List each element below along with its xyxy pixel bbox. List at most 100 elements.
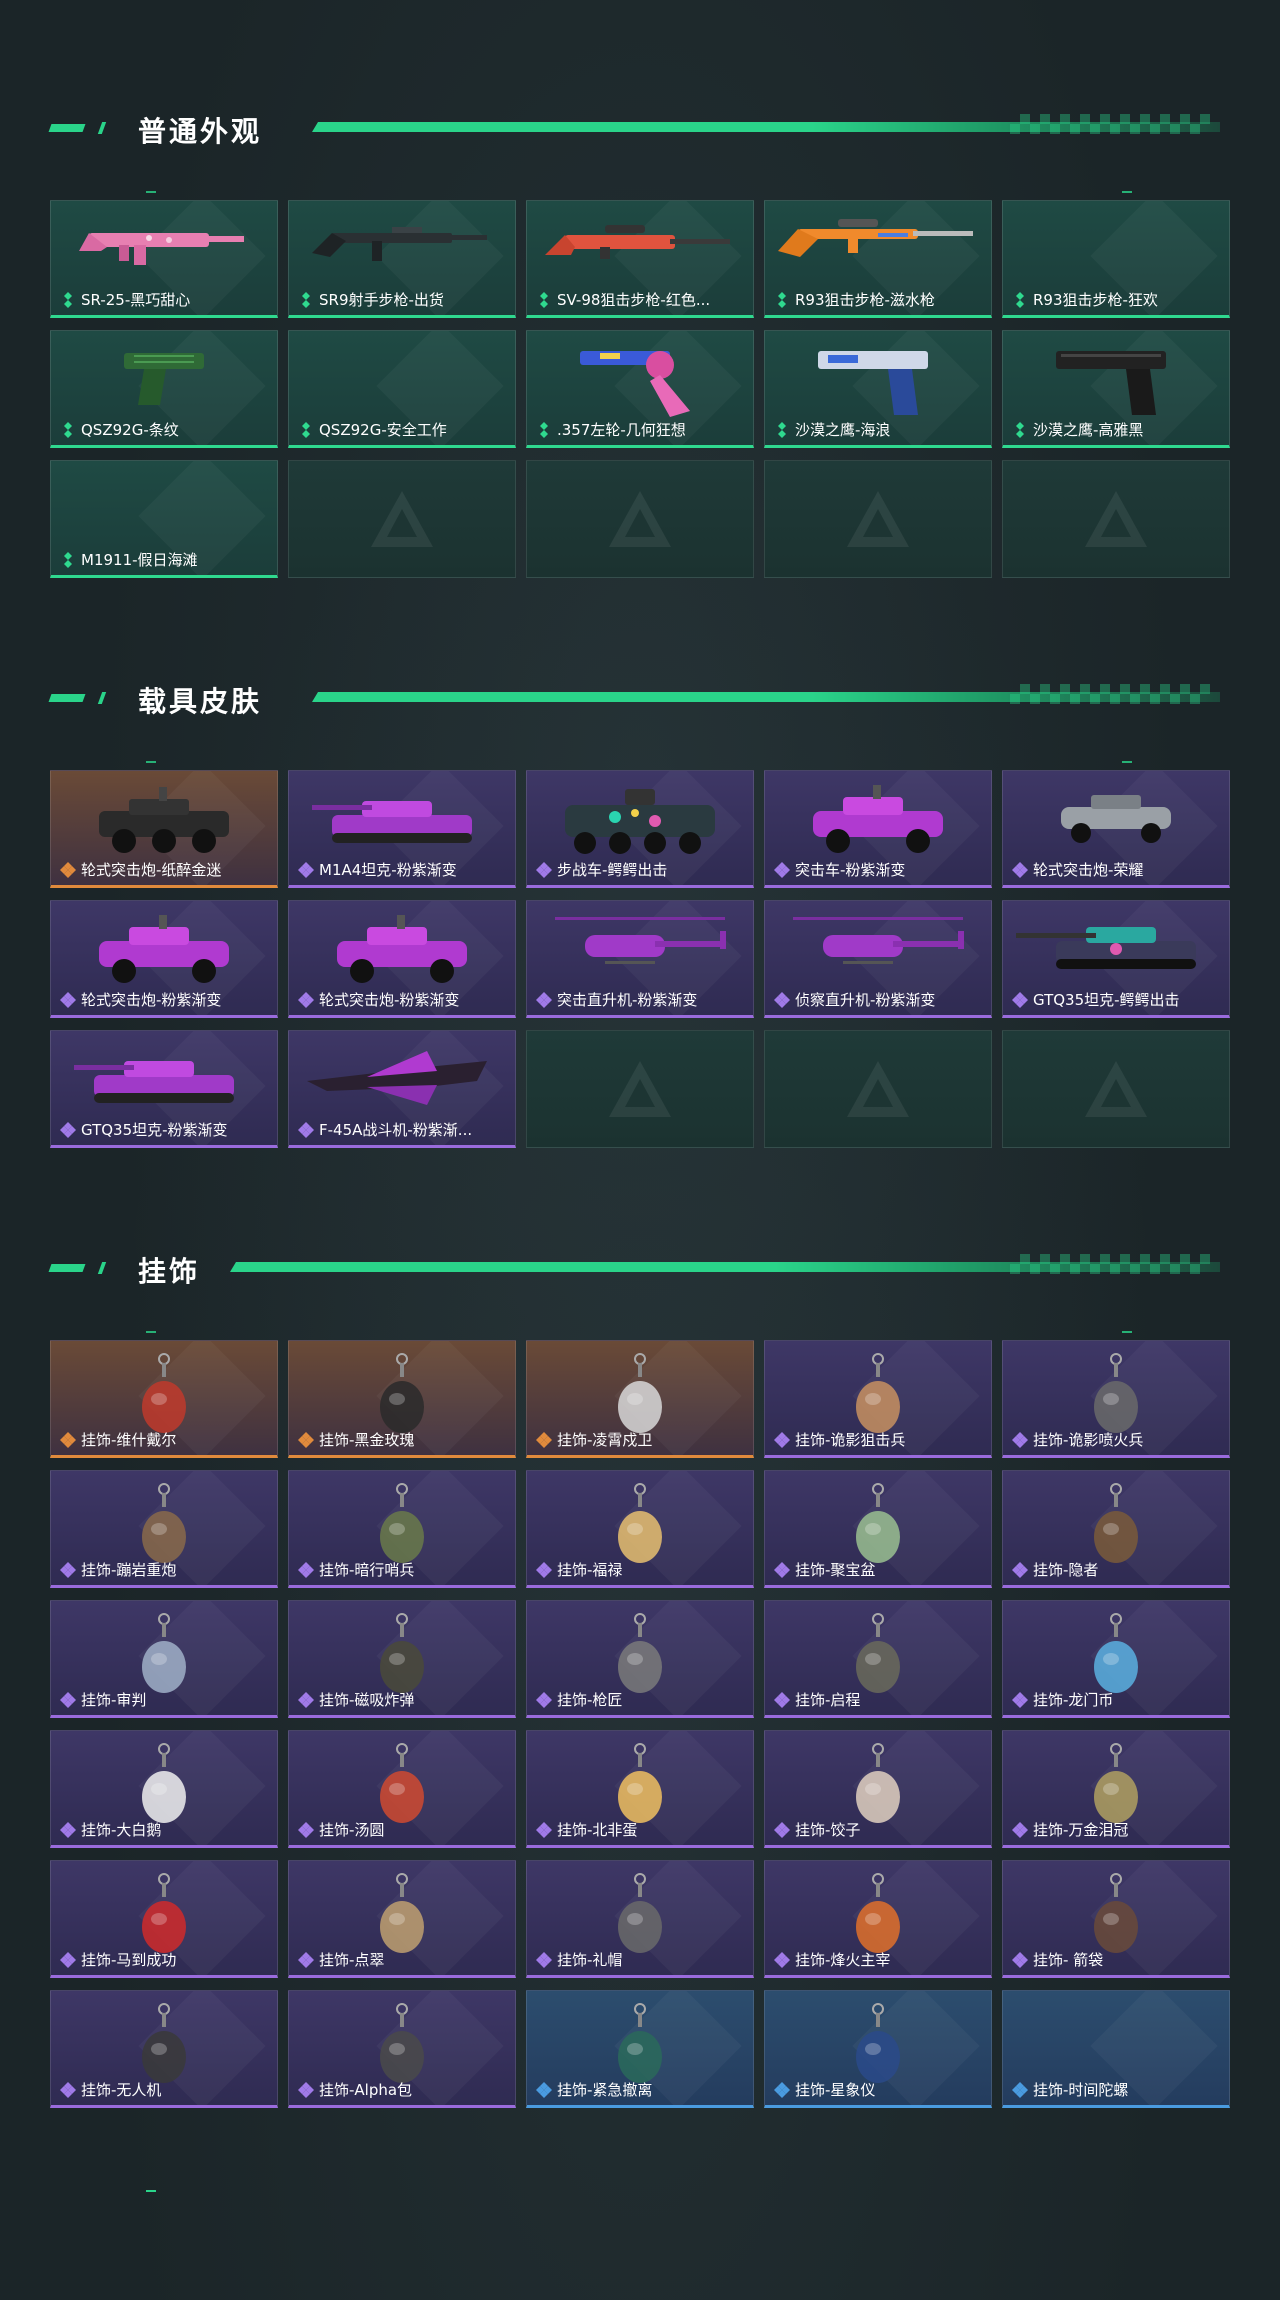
item-card[interactable]: 挂饰-无人机 — [50, 1990, 278, 2108]
item-label: 挂饰-枪匠 — [557, 1691, 623, 1709]
item-card[interactable]: 挂饰-凌霄戍卫 — [526, 1340, 754, 1458]
item-card[interactable]: 挂饰-紧急撤离 — [526, 1990, 754, 2108]
item-card[interactable]: 挂饰-审判 — [50, 1600, 278, 1718]
header-tick — [48, 694, 86, 702]
item-card[interactable]: 挂饰-磁吸炸弹 — [288, 1600, 516, 1718]
item-label: 挂饰-星象仪 — [795, 2081, 876, 2099]
item-card[interactable]: M1A4坦克-粉紫渐变 — [288, 770, 516, 888]
item-card[interactable]: 沙漠之鹰-高雅黑 — [1002, 330, 1230, 448]
rarity-purple-icon — [298, 2082, 314, 2098]
item-card[interactable]: GTQ35坦克-鳄鳄出击 — [1002, 900, 1230, 1018]
rarity-purple-icon — [60, 1692, 76, 1708]
item-card[interactable]: 挂饰-黑金玫瑰 — [288, 1340, 516, 1458]
item-card[interactable]: 挂饰-启程 — [764, 1600, 992, 1718]
section-title: 载具皮肤 — [138, 685, 263, 718]
item-label: 挂饰-点翠 — [319, 1951, 385, 1969]
item-card[interactable]: .357左轮-几何狂想 — [526, 330, 754, 448]
rarity-purple-icon — [298, 992, 314, 1008]
empty-slot — [1002, 1030, 1230, 1148]
item-card[interactable]: 挂饰-诡影狙击兵 — [764, 1340, 992, 1458]
item-card[interactable]: 挂饰-维什戴尔 — [50, 1340, 278, 1458]
item-card[interactable]: 挂饰-北非蛋 — [526, 1730, 754, 1848]
item-card[interactable]: R93狙击步枪-滋水枪 — [764, 200, 992, 318]
item-card[interactable]: 挂饰-枪匠 — [526, 1600, 754, 1718]
item-card[interactable]: 突击车-粉紫渐变 — [764, 770, 992, 888]
item-label: QSZ92G-安全工作 — [319, 421, 447, 439]
item-card[interactable]: 挂饰-Alpha包 — [288, 1990, 516, 2108]
item-card[interactable]: 挂饰-大白鹅 — [50, 1730, 278, 1848]
item-card[interactable]: 轮式突击炮-粉紫渐变 — [288, 900, 516, 1018]
rarity-orange-icon — [60, 862, 76, 878]
item-card[interactable]: 沙漠之鹰-海浪 — [764, 330, 992, 448]
item-card[interactable]: 挂饰-福禄 — [526, 1470, 754, 1588]
rarity-purple-icon — [536, 1562, 552, 1578]
item-card[interactable]: 挂饰-马到成功 — [50, 1860, 278, 1978]
item-card[interactable]: R93狙击步枪-狂欢 — [1002, 200, 1230, 318]
item-card[interactable]: GTQ35坦克-粉紫渐变 — [50, 1030, 278, 1148]
item-label: 沙漠之鹰-高雅黑 — [1033, 421, 1144, 439]
item-card[interactable]: 轮式突击炮-粉紫渐变 — [50, 900, 278, 1018]
item-card[interactable]: 挂饰-汤圆 — [288, 1730, 516, 1848]
item-card[interactable]: 挂饰-点翠 — [288, 1860, 516, 1978]
item-label: 挂饰-马到成功 — [81, 1951, 177, 1969]
sniper-red-icon — [545, 211, 735, 276]
rarity-purple-icon — [60, 1952, 76, 1968]
item-grid: 轮式突击炮-纸醉金迷 M1A4坦克-粉紫渐变 步战车-鳄鳄出击 突击车-粉紫渐变 轮式突… — [50, 770, 1230, 1148]
item-card[interactable]: 挂饰-饺子 — [764, 1730, 992, 1848]
item-card[interactable]: 挂饰-星象仪 — [764, 1990, 992, 2108]
item-card[interactable]: QSZ92G-安全工作 — [288, 330, 516, 448]
item-label: 挂饰-礼帽 — [557, 1951, 623, 1969]
item-card[interactable]: M1911-假日海滩 — [50, 460, 278, 578]
item-card[interactable]: 挂饰-隐者 — [1002, 1470, 1230, 1588]
helicopter-icon — [783, 911, 973, 986]
item-grid: 挂饰-维什戴尔 挂饰-黑金玫瑰 挂饰-凌霄戍卫 挂饰-诡影狙击兵 挂饰-诡影喷火兵 挂饰-… — [50, 1340, 1230, 2108]
rarity-orange-icon — [60, 1432, 76, 1448]
item-card[interactable]: 挂饰-蹦岩重炮 — [50, 1470, 278, 1588]
rarity-green-icon — [298, 292, 314, 308]
item-card[interactable]: SV-98狙击步枪-红色... — [526, 200, 754, 318]
rarity-purple-icon — [1012, 1822, 1028, 1838]
item-card[interactable]: 挂饰-暗行哨兵 — [288, 1470, 516, 1588]
rarity-purple-icon — [298, 1692, 314, 1708]
item-card[interactable]: 挂饰-聚宝盆 — [764, 1470, 992, 1588]
item-card[interactable]: 挂饰-龙门币 — [1002, 1600, 1230, 1718]
rarity-green-icon — [774, 292, 790, 308]
rarity-purple-icon — [1012, 1952, 1028, 1968]
item-card[interactable]: 挂饰-烽火主宰 — [764, 1860, 992, 1978]
item-card[interactable]: 突击直升机-粉紫渐变 — [526, 900, 754, 1018]
item-card[interactable]: SR9射手步枪-出货 — [288, 200, 516, 318]
item-label: 挂饰-福禄 — [557, 1561, 623, 1579]
header-tick — [48, 124, 86, 132]
item-card[interactable]: F-45A战斗机-粉紫渐... — [288, 1030, 516, 1148]
rarity-purple-icon — [60, 1122, 76, 1138]
rarity-purple-icon — [774, 1692, 790, 1708]
rarity-purple-icon — [774, 862, 790, 878]
item-card[interactable]: 挂饰- 箭袋 — [1002, 1860, 1230, 1978]
item-card[interactable]: 侦察直升机-粉紫渐变 — [764, 900, 992, 1018]
rarity-green-icon — [536, 422, 552, 438]
rarity-green-icon — [60, 552, 76, 568]
item-card[interactable]: QSZ92G-条纹 — [50, 330, 278, 448]
item-card[interactable]: 步战车-鳄鳄出击 — [526, 770, 754, 888]
header-tick — [48, 1264, 86, 1272]
item-card[interactable]: 轮式突击炮-纸醉金迷 — [50, 770, 278, 888]
empty-slot — [764, 1030, 992, 1148]
item-card[interactable]: 轮式突击炮-荣耀 — [1002, 770, 1230, 888]
item-card[interactable]: 挂饰-诡影喷火兵 — [1002, 1340, 1230, 1458]
placeholder-logo-icon — [845, 489, 911, 549]
rifle-pink-icon — [79, 211, 249, 276]
item-label: 挂饰-诡影狙击兵 — [795, 1431, 906, 1449]
rarity-purple-icon — [774, 992, 790, 1008]
rarity-green-icon — [60, 422, 76, 438]
item-label: 挂饰- 箭袋 — [1033, 1951, 1104, 1969]
rarity-purple-icon — [536, 1952, 552, 1968]
item-label: 挂饰-北非蛋 — [557, 1821, 638, 1839]
rarity-blue-icon — [536, 2082, 552, 2098]
tank-purple-icon — [74, 1041, 254, 1116]
corner-marker — [146, 761, 156, 763]
item-label: 轮式突击炮-粉紫渐变 — [81, 991, 222, 1009]
item-card[interactable]: SR-25-黑巧甜心 — [50, 200, 278, 318]
item-card[interactable]: 挂饰-万金泪冠 — [1002, 1730, 1230, 1848]
item-card[interactable]: 挂饰-时间陀螺 — [1002, 1990, 1230, 2108]
item-card[interactable]: 挂饰-礼帽 — [526, 1860, 754, 1978]
